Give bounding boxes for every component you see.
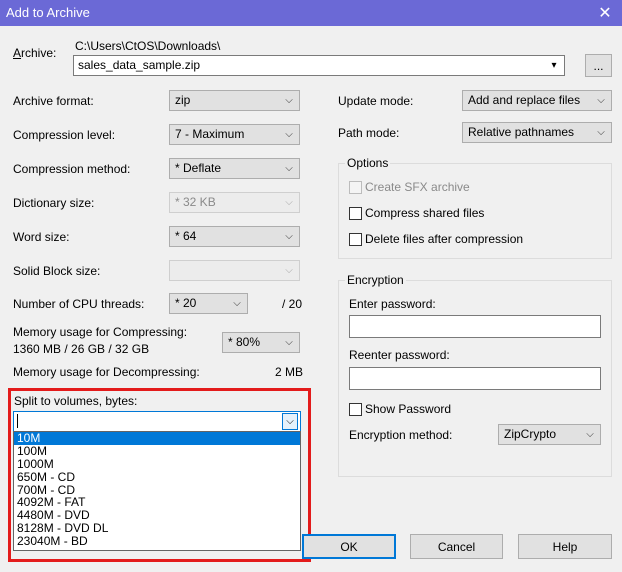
memory-decompress-value: 2 MB: [275, 365, 304, 379]
help-button[interactable]: Help: [518, 534, 612, 559]
chevron-down-icon: ⌵: [233, 298, 241, 309]
chevron-down-icon: ⌵: [285, 129, 293, 140]
chevron-down-icon: ⌵: [285, 337, 293, 348]
encryption-method-select[interactable]: ZipCrypto ⌵: [498, 424, 601, 445]
cpu-threads-select[interactable]: * 20 ⌵: [169, 293, 248, 314]
chevron-down-icon: ⌵: [285, 231, 293, 242]
encryption-method-label: Encryption method:: [349, 428, 453, 442]
reenter-password-label: Reenter password:: [349, 348, 450, 362]
reenter-password-input[interactable]: [349, 367, 601, 390]
path-mode-value: Relative pathnames: [468, 125, 575, 139]
path-mode-select[interactable]: Relative pathnames ⌵: [462, 122, 612, 143]
chevron-down-icon: ⌵: [285, 95, 293, 106]
dictionary-size-select: * 32 KB ⌵: [169, 192, 300, 213]
solid-block-size-select: ⌵: [169, 260, 300, 281]
close-icon[interactable]: ✕: [588, 0, 622, 26]
encryption-group-title: Encryption: [345, 273, 406, 287]
chevron-down-icon: ⌵: [285, 197, 293, 208]
enter-password-label: Enter password:: [349, 297, 436, 311]
encryption-method-value: ZipCrypto: [504, 427, 557, 441]
chevron-down-icon[interactable]: ▾: [546, 57, 562, 74]
archive-format-select[interactable]: zip ⌵: [169, 90, 300, 111]
chevron-down-icon: ⌵: [597, 95, 605, 106]
memory-compress-label: Memory usage for Compressing:: [13, 325, 188, 339]
memory-decompress-label: Memory usage for Decompressing:: [13, 365, 200, 379]
delete-after-checkbox[interactable]: [349, 233, 362, 246]
compression-method-select[interactable]: * Deflate ⌵: [169, 158, 300, 179]
cpu-threads-value: * 20: [175, 296, 197, 310]
update-mode-value: Add and replace files: [468, 93, 581, 107]
cpu-threads-label: Number of CPU threads:: [13, 297, 145, 311]
browse-button[interactable]: ...: [585, 54, 612, 77]
show-password-checkbox[interactable]: [349, 403, 362, 416]
ok-button[interactable]: OK: [302, 534, 396, 559]
dictionary-size-label: Dictionary size:: [13, 196, 95, 210]
archive-format-label: Archive format:: [13, 94, 94, 108]
title-bar: Add to Archive ✕: [0, 0, 622, 26]
compression-method-label: Compression method:: [13, 162, 131, 176]
chevron-down-icon: ⌵: [597, 127, 605, 138]
compression-level-label: Compression level:: [13, 128, 116, 142]
compress-shared-checkbox[interactable]: [349, 207, 362, 220]
delete-after-label: Delete files after compression: [365, 232, 524, 246]
cpu-threads-max: / 20: [282, 297, 303, 311]
archive-name-combo[interactable]: sales_data_sample.zip ▾: [73, 55, 565, 76]
memory-compress-detail: 1360 MB / 26 GB / 32 GB: [13, 342, 150, 356]
create-sfx-checkbox: [349, 181, 362, 194]
word-size-label: Word size:: [13, 230, 70, 244]
memory-compress-select[interactable]: * 80% ⌵: [222, 332, 300, 353]
word-size-value: * 64: [175, 229, 197, 243]
compression-level-select[interactable]: 7 - Maximum ⌵: [169, 124, 300, 145]
word-size-select[interactable]: * 64 ⌵: [169, 226, 300, 247]
chevron-down-icon: ⌵: [285, 265, 293, 276]
window-title: Add to Archive: [6, 5, 90, 20]
create-sfx-label: Create SFX archive: [365, 180, 470, 194]
archive-label: Archive:: [13, 46, 57, 60]
show-password-label: Show Password: [365, 402, 452, 416]
compress-shared-label: Compress shared files: [365, 206, 485, 220]
memory-compress-value: * 80%: [228, 335, 261, 349]
update-mode-label: Update mode:: [338, 94, 414, 108]
archive-path: C:\Users\CtOS\Downloads\: [75, 39, 221, 53]
dictionary-size-value: * 32 KB: [175, 195, 216, 209]
chevron-down-icon: ⌵: [285, 163, 293, 174]
annotation-highlight-box: [8, 388, 311, 562]
compression-method-value: * Deflate: [175, 161, 222, 175]
compression-level-value: 7 - Maximum: [175, 127, 245, 141]
archive-format-value: zip: [175, 93, 191, 107]
chevron-down-icon: ⌵: [586, 429, 594, 440]
cancel-button[interactable]: Cancel: [410, 534, 503, 559]
enter-password-input[interactable]: [349, 315, 601, 338]
options-group-title: Options: [345, 156, 391, 170]
path-mode-label: Path mode:: [338, 126, 400, 140]
update-mode-select[interactable]: Add and replace files ⌵: [462, 90, 612, 111]
archive-filename: sales_data_sample.zip: [78, 58, 201, 72]
solid-block-size-label: Solid Block size:: [13, 264, 101, 278]
